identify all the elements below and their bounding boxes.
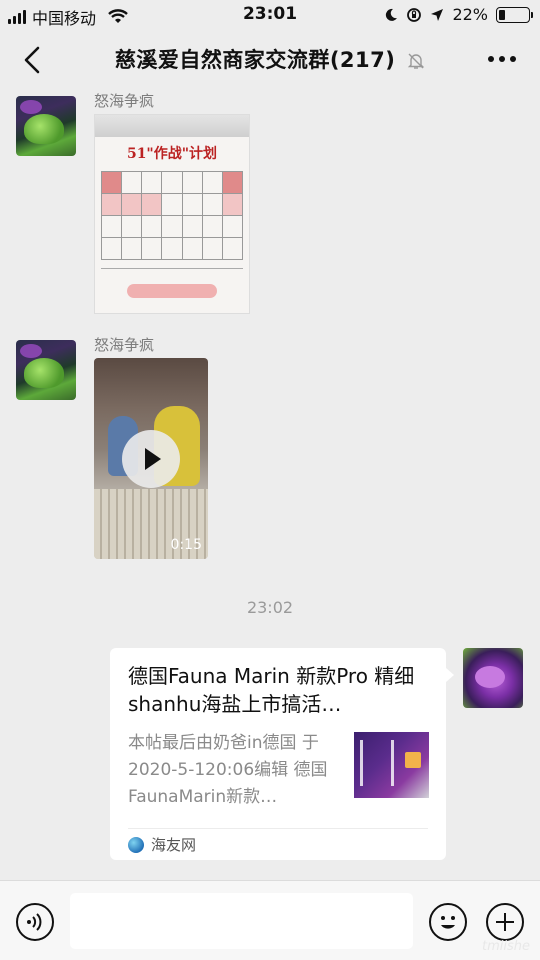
link-card[interactable]: 德国Fauna Marin 新款Pro 精细shanhu海盐上市搞活… 本帖最后… xyxy=(110,648,454,860)
avatar[interactable] xyxy=(16,340,76,400)
status-bar: 中国移动 23:01 22% xyxy=(0,0,540,30)
time-separator: 23:02 xyxy=(246,598,294,617)
lock-rotation-icon xyxy=(407,7,422,22)
voice-icon[interactable] xyxy=(16,903,54,941)
link-source: 海友网 xyxy=(128,834,196,855)
moon-icon xyxy=(386,8,398,21)
nav-bar: 慈溪爱自然商家交流群(217) xyxy=(0,30,540,90)
link-title: 德国Fauna Marin 新款Pro 精细shanhu海盐上市搞活… xyxy=(128,664,415,716)
calendar-footer xyxy=(101,268,243,278)
video-duration: 0:15 xyxy=(170,537,202,553)
location-icon xyxy=(431,8,444,21)
plus-circle-icon[interactable] xyxy=(486,903,524,941)
calendar-title: 51"作战"计划 xyxy=(126,146,218,162)
calendar-header xyxy=(95,115,249,137)
emoji-icon[interactable] xyxy=(429,903,467,941)
globe-icon xyxy=(128,836,144,853)
avatar[interactable] xyxy=(16,96,76,156)
bell-off-icon xyxy=(407,53,425,69)
input-bar: tmiishe xyxy=(0,880,540,960)
battery-percent: 22% xyxy=(452,5,488,24)
sender-name: 怒海争疯 xyxy=(94,92,155,110)
image-message-calendar[interactable]: 51"作战"计划 xyxy=(94,114,250,314)
chat-title: 慈溪爱自然商家交流群(217) xyxy=(0,44,540,74)
link-description: 本帖最后由奶爸in德国 于2020-5-120:06编辑 德国FaunaMari… xyxy=(128,733,328,807)
calendar-grid xyxy=(101,171,243,260)
chat-title-text: 慈溪爱自然商家交流群(217) xyxy=(114,48,396,72)
message-input[interactable] xyxy=(70,893,413,949)
chat-area[interactable]: 怒海争疯 51"作战"计划 怒海争疯 0:15 23:02 德国Fauna Ma… xyxy=(0,90,540,880)
source-label: 海友网 xyxy=(151,836,197,854)
play-icon[interactable] xyxy=(122,430,180,488)
more-dots-icon[interactable] xyxy=(488,56,516,62)
battery-icon xyxy=(496,6,533,23)
avatar-self[interactable] xyxy=(463,648,523,708)
divider xyxy=(128,828,428,829)
watermark: tmiishe xyxy=(482,939,530,954)
status-right: 22% xyxy=(384,5,533,24)
calendar-footer-badge xyxy=(127,284,217,298)
sender-name: 怒海争疯 xyxy=(94,336,155,354)
video-message[interactable]: 0:15 xyxy=(94,358,208,559)
link-thumbnail xyxy=(354,732,429,798)
